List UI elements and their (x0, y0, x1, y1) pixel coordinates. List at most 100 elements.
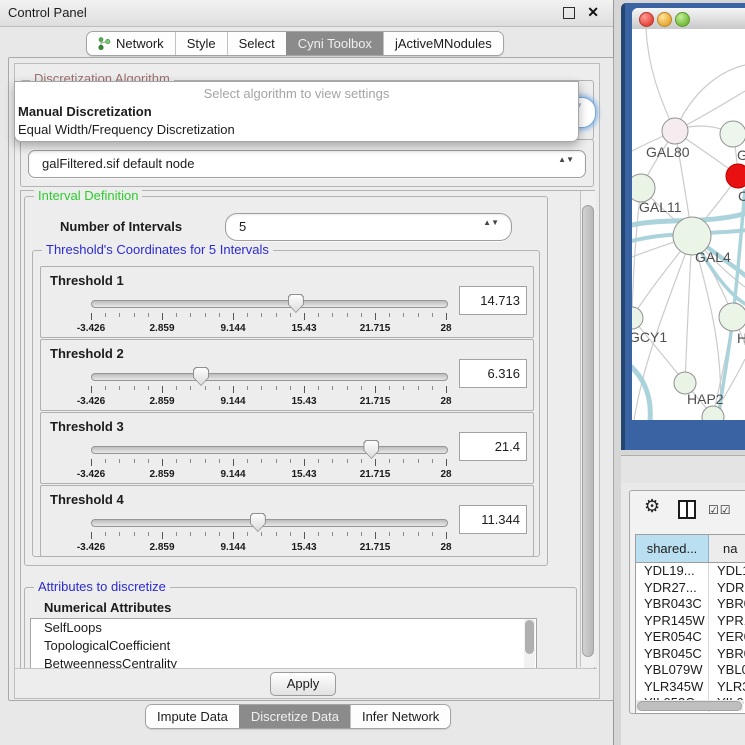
node-label-gcy1: GCY1 (632, 329, 667, 345)
slider-tick-labels: -3.4262.8599.14415.4321.71528 (91, 396, 446, 408)
minimize-traffic-light[interactable] (657, 12, 672, 27)
table-row[interactable]: YBR043CYBR0 (636, 596, 745, 613)
attribute-item[interactable]: SelfLoops (31, 619, 536, 637)
tab-impute-data[interactable]: Impute Data (146, 705, 239, 728)
column-header-shared-name[interactable]: shared... (636, 535, 709, 562)
node-label-gal11: GAL11 (639, 199, 682, 215)
threshold-4-value-field[interactable]: 11.344 (459, 505, 527, 534)
slider-ticks (91, 459, 446, 467)
table-horizontal-scrollbar[interactable] (636, 700, 743, 711)
dropdown-prompt: Select algorithm to view settings (15, 82, 578, 103)
slider-track[interactable] (91, 373, 448, 381)
control-panel-titlebar: Control Panel ✕ (0, 0, 613, 27)
table-row[interactable]: YDL19...YDL1 (636, 563, 745, 580)
node-table: shared... na YDL19...YDL1YDR27...YDR2YBR… (635, 534, 745, 714)
column-header-name[interactable]: na (709, 535, 745, 562)
network-window: GAL80 GA C GAL11 GAL4 GCY1 H HAP2 (632, 8, 745, 420)
node-gal80 (662, 118, 688, 144)
network-canvas[interactable]: GAL80 GA C GAL11 GAL4 GCY1 H HAP2 (632, 29, 745, 420)
tab-network[interactable]: Network (87, 32, 175, 55)
tab-select[interactable]: Select (227, 32, 286, 55)
slider-track[interactable] (91, 519, 448, 527)
node-label-gal4: GAL4 (695, 249, 731, 265)
interval-definition-group-title: Interval Definition (34, 189, 142, 203)
tab-label: Cyni Toolbox (298, 36, 372, 51)
tab-label: Infer Network (362, 709, 439, 724)
numerical-attributes-list[interactable]: SelfLoopsTopologicalCoefficientBetweenne… (30, 618, 537, 674)
zoom-traffic-light[interactable] (675, 12, 690, 27)
tab-discretize-data[interactable]: Discretize Data (239, 705, 350, 728)
attributes-group-title: Attributes to discretize (34, 580, 170, 594)
node-gal11 (632, 174, 655, 202)
number-of-intervals-label: Number of Intervals (60, 219, 182, 234)
number-of-intervals-combobox[interactable]: 5 ▲▼ (225, 213, 512, 241)
threshold-4-slider[interactable]: -3.4262.8599.14415.4321.71528 (91, 519, 446, 555)
network-icon (98, 37, 111, 50)
numerical-attributes-label: Numerical Attributes (44, 600, 171, 615)
table-data-combobox[interactable]: galFiltered.sif default node ▲▼ (28, 150, 586, 178)
bottom-tab-bar: Impute Data Discretize Data Infer Networ… (145, 704, 451, 729)
scrollbar-thumb[interactable] (582, 205, 594, 657)
table-row[interactable]: YER054CYER0 (636, 629, 745, 646)
tab-jactivemnodules[interactable]: jActiveMNodules (383, 32, 503, 55)
dropdown-item-manual-discretization[interactable]: Manual Discretization (15, 103, 578, 121)
attributes-list-scrollbar[interactable] (524, 619, 535, 670)
network-window-titlebar[interactable] (632, 8, 745, 30)
dropdown-item-equal-width[interactable]: Equal Width/Frequency Discretization (15, 121, 578, 139)
table-row[interactable]: YBL079WYBL0 (636, 662, 745, 679)
threshold-1-slider[interactable]: -3.4262.8599.14415.4321.71528 (91, 300, 446, 336)
table-header: shared... na (636, 535, 745, 563)
table-row[interactable]: YBR045CYBR0 (636, 646, 745, 663)
node-top-right (720, 121, 745, 147)
table-row[interactable]: YPR145WYPR1 (636, 613, 745, 630)
network-nodes[interactable] (632, 118, 745, 420)
slider-track[interactable] (91, 300, 448, 308)
slider-thumb[interactable] (363, 440, 379, 459)
gear-icon[interactable]: ⚙ (644, 496, 660, 517)
close-traffic-light[interactable] (639, 12, 654, 27)
slider-thumb[interactable] (288, 294, 304, 313)
threshold-2-slider[interactable]: -3.4262.8599.14415.4321.71528 (91, 373, 446, 409)
select-columns-icon[interactable]: ☑☑ (708, 503, 732, 517)
node-selected-red (726, 164, 745, 188)
threshold-label: Threshold 3 (50, 419, 124, 434)
node-label-gal80: GAL80 (646, 144, 690, 160)
threshold-3-value-field[interactable]: 21.4 (459, 432, 527, 461)
float-window-icon[interactable] (563, 7, 575, 19)
threshold-3-slider[interactable]: -3.4262.8599.14415.4321.71528 (91, 446, 446, 482)
tab-label: jActiveMNodules (395, 36, 492, 51)
settings-vertical-scrollbar[interactable] (580, 191, 595, 667)
tab-cyni-toolbox[interactable]: Cyni Toolbox (286, 32, 383, 55)
attribute-item[interactable]: TopologicalCoefficient (31, 637, 536, 655)
slider-tick-labels: -3.4262.8599.14415.4321.71528 (91, 542, 446, 554)
apply-button[interactable]: Apply (270, 672, 336, 696)
slider-tick-labels: -3.4262.8599.14415.4321.71528 (91, 469, 446, 481)
tab-label: Discretize Data (251, 709, 339, 724)
table-row[interactable]: YDR27...YDR2 (636, 580, 745, 597)
node-label-hap2: HAP2 (687, 391, 724, 407)
threshold-4-panel: Threshold 4 -3.4262.8599.14415.4321.7152… (40, 485, 534, 557)
tab-style[interactable]: Style (175, 32, 227, 55)
slider-thumb[interactable] (250, 513, 266, 532)
scrollbar-thumb[interactable] (525, 620, 534, 654)
table-row[interactable]: YLR345WYLR3 (636, 679, 745, 696)
tab-infer-network[interactable]: Infer Network (350, 705, 450, 728)
threshold-1-value-field[interactable]: 14.713 (459, 286, 527, 315)
tab-label: Select (239, 36, 275, 51)
scrollbar-thumb[interactable] (637, 701, 742, 711)
columns-icon[interactable] (678, 500, 696, 519)
number-of-intervals-value: 5 (239, 219, 246, 234)
slider-track[interactable] (91, 446, 448, 454)
slider-thumb[interactable] (193, 367, 209, 386)
threshold-3-panel: Threshold 3 -3.4262.8599.14415.4321.7152… (40, 412, 534, 484)
node-label-c: C (738, 188, 745, 204)
algorithm-dropdown-popup: Select algorithm to view settings Manual… (14, 81, 579, 142)
combo-stepper-icon: ▲▼ (483, 220, 499, 226)
node-label-ga: GA (737, 147, 745, 163)
threshold-2-value-field[interactable]: 6.316 (459, 359, 527, 388)
tab-label: Style (187, 36, 216, 51)
combo-stepper-icon: ▲▼ (558, 157, 574, 163)
slider-tick-labels: -3.4262.8599.14415.4321.71528 (91, 323, 446, 335)
threshold-2-panel: Threshold 2 -3.4262.8599.14415.4321.7152… (40, 339, 534, 411)
close-icon[interactable]: ✕ (587, 4, 599, 21)
